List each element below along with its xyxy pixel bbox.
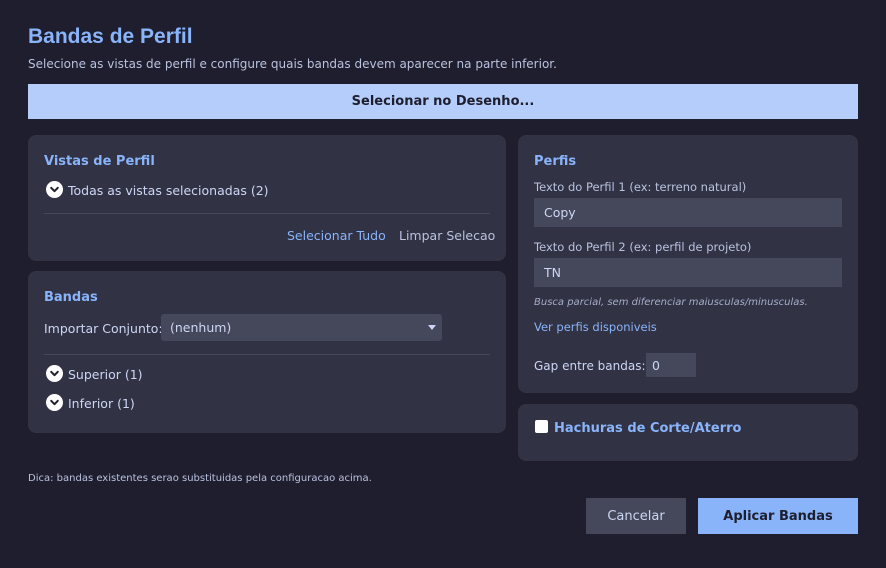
dialog-subtitle: Selecione as vistas de perfil e configur…: [28, 57, 557, 71]
bandas-panel: Bandas Importar Conjunto: (nenhum) Super…: [28, 271, 506, 433]
profile-search-hint: Busca parcial, sem diferenciar maiuscula…: [534, 297, 808, 308]
profile2-input[interactable]: TN: [534, 258, 842, 287]
hachuras-checkbox[interactable]: [535, 420, 548, 433]
select-all-link[interactable]: Selecionar Tudo: [287, 228, 386, 243]
dropdown-arrow-icon: [428, 325, 436, 330]
profile1-label: Texto do Perfil 1 (ex: terreno natural): [534, 180, 747, 194]
vistas-panel: Vistas de Perfil Todas as vistas selecio…: [28, 135, 506, 261]
dialog-title: Bandas de Perfil: [28, 25, 193, 48]
gap-label: Gap entre bandas:: [534, 359, 646, 373]
chevron-down-icon[interactable]: [46, 181, 63, 198]
select-in-drawing-button[interactable]: Selecionar no Desenho...: [28, 84, 858, 119]
import-set-dropdown[interactable]: (nenhum): [161, 314, 442, 341]
apply-bands-button[interactable]: Aplicar Bandas: [698, 498, 858, 534]
footer-hint: Dica: bandas existentes serao substituid…: [28, 473, 372, 484]
cancel-button[interactable]: Cancelar: [586, 498, 686, 534]
hachuras-label[interactable]: Hachuras de Corte/Aterro: [554, 421, 741, 436]
profile1-input[interactable]: Copy: [534, 198, 842, 227]
perfis-title: Perfis: [534, 154, 577, 169]
import-set-label: Importar Conjunto:: [44, 321, 163, 336]
inferior-group[interactable]: Inferior (1): [68, 396, 135, 411]
clear-selection-link[interactable]: Limpar Selecao: [399, 228, 495, 243]
chevron-down-icon[interactable]: [46, 365, 63, 382]
vistas-title: Vistas de Perfil: [44, 154, 155, 169]
vistas-all-selected[interactable]: Todas as vistas selecionadas (2): [68, 183, 269, 198]
import-set-value: (nenhum): [170, 320, 232, 335]
gap-input[interactable]: 0: [646, 353, 696, 377]
superior-group[interactable]: Superior (1): [68, 367, 143, 382]
bandas-title: Bandas: [44, 290, 98, 305]
perfis-panel: Perfis Texto do Perfil 1 (ex: terreno na…: [518, 135, 858, 393]
hachuras-panel: Hachuras de Corte/Aterro: [518, 404, 858, 461]
vistas-divider: [44, 213, 490, 214]
chevron-down-icon[interactable]: [46, 394, 63, 411]
bandas-divider: [44, 354, 490, 355]
view-profiles-link[interactable]: Ver perfis disponiveis: [534, 320, 657, 334]
profile2-label: Texto do Perfil 2 (ex: perfil de projeto…: [534, 240, 752, 254]
